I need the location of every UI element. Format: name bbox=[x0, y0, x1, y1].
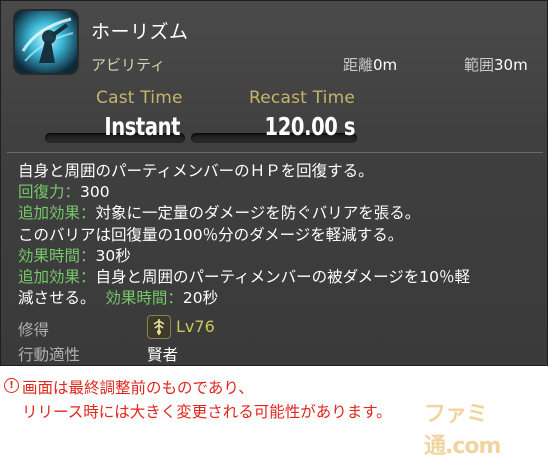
desc-line-1: 自身と周囲のパーティメンバーのＨＰを回復する。 bbox=[18, 162, 374, 180]
desc-line-duration-1: 効果時間：30秒 bbox=[18, 246, 538, 267]
effect-2-label: 追加効果： bbox=[18, 268, 96, 287]
notice-line-1: 画面は最終調整前のものであり、 bbox=[22, 379, 254, 397]
skill-tooltip: ホーリズム アビリティ 距離0m 範囲30m Cast Time Recast … bbox=[0, 0, 548, 366]
recast-time-value: 120.00 s bbox=[264, 112, 355, 141]
range-stat: 範囲30m bbox=[464, 54, 528, 75]
divider-top bbox=[7, 152, 543, 153]
effect-1-text: 対象に一定量のダメージを防ぐバリアを張る。 bbox=[95, 204, 421, 223]
duration-2-label: 効果時間： bbox=[105, 289, 183, 308]
acquired-level: Lv76 bbox=[176, 317, 215, 336]
job-value: 賢者 bbox=[147, 346, 179, 364]
recast-time-label: Recast Time bbox=[249, 88, 356, 108]
duration-1-label: 効果時間： bbox=[18, 246, 96, 265]
range-label: 範囲 bbox=[464, 56, 495, 74]
distance-label: 距離 bbox=[343, 56, 374, 74]
duration-1-value: 30秒 bbox=[95, 246, 131, 265]
potency-label: 回復力： bbox=[18, 183, 81, 202]
range-value: 30m bbox=[494, 56, 528, 74]
skill-description: 自身と周囲のパーティメンバーのＨＰを回復する。 回復力：300 追加効果：対象に… bbox=[18, 161, 538, 309]
warning-icon: ! bbox=[4, 378, 19, 393]
notice-line-2: リリース時には大きく変更される可能性があります。 bbox=[22, 403, 392, 421]
famitsu-watermark: ファミ通.com bbox=[424, 402, 501, 459]
skill-name: ホーリズム bbox=[91, 21, 189, 43]
distance-value: 0m bbox=[373, 56, 398, 74]
desc-line-effect-2: 追加効果：自身と周囲のパーティメンバーの被ダメージを10％軽 bbox=[18, 267, 538, 288]
effect-2-text-a: 自身と周囲のパーティメンバーの被ダメージを10％軽 bbox=[95, 268, 471, 287]
desc-line-potency: 回復力：300 bbox=[18, 182, 538, 203]
effect-2-text-b: 減させる。 bbox=[18, 289, 96, 308]
effect-1-label: 追加効果： bbox=[18, 204, 96, 223]
acquired-label: 修得 bbox=[18, 321, 50, 339]
distance-stat: 距離0m bbox=[343, 54, 397, 75]
job-label: 行動適性 bbox=[18, 346, 81, 364]
desc-line-effect-1: 追加効果：対象に一定量のダメージを防ぐバリアを張る。 bbox=[18, 203, 538, 224]
desc-line-effect-2-cont: 減させる。 効果時間：20秒 bbox=[18, 288, 538, 309]
skill-type: アビリティ bbox=[91, 56, 166, 74]
cast-time-label: Cast Time bbox=[96, 88, 183, 108]
holism-skill-icon bbox=[15, 11, 77, 73]
potency-value: 300 bbox=[80, 183, 110, 202]
duration-2-value: 20秒 bbox=[182, 289, 219, 308]
cast-time-value: Instant bbox=[104, 112, 180, 141]
sage-job-icon bbox=[147, 315, 171, 339]
desc-line-4: このバリアは回復量の100％分のダメージを軽減する。 bbox=[18, 225, 404, 244]
